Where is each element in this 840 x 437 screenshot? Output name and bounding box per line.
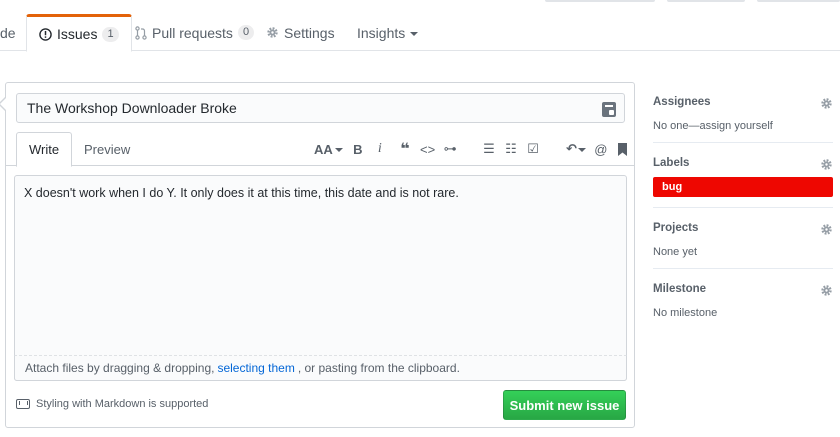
quote-icon[interactable]: ❝: [398, 139, 412, 159]
form-helper-icon[interactable]: [602, 102, 616, 117]
milestone-heading[interactable]: Milestone: [653, 283, 833, 295]
italic-icon[interactable]: i: [373, 139, 387, 159]
tab-insights-label: Insights: [357, 24, 406, 41]
reply-glyph: ↶: [566, 141, 577, 156]
tab-code-label: de: [0, 24, 16, 41]
markdown-toolbar-insert: ❝ <> ⊶: [394, 132, 461, 166]
select-files-link[interactable]: selecting them: [217, 361, 294, 375]
caret-down-icon: [334, 148, 343, 152]
gear-icon[interactable]: [820, 284, 833, 297]
nav-top-edge: [667, 0, 745, 2]
bold-icon[interactable]: B: [351, 139, 365, 159]
tab-issues[interactable]: Issues 1: [26, 14, 132, 52]
markdown-icon: [16, 399, 30, 409]
markdown-toolbar-lists: ☰ ☷ ☑: [478, 132, 544, 166]
link-icon[interactable]: ⊶: [443, 139, 457, 159]
assignees-value[interactable]: No one—assign yourself: [653, 120, 833, 132]
header-text-icon[interactable]: AA: [314, 139, 343, 159]
tab-pull-requests-label: Pull requests: [152, 24, 233, 41]
tab-settings-label: Settings: [284, 24, 335, 41]
labels-section: Labels bug: [653, 143, 833, 208]
mention-icon[interactable]: @: [594, 139, 608, 159]
tab-write-label: Write: [29, 142, 60, 157]
nav-top-edge: [545, 0, 655, 2]
gear-icon[interactable]: [820, 158, 833, 171]
gear-icon[interactable]: [820, 223, 833, 236]
nav-top-edge: [757, 0, 840, 2]
markdown-toolbar: AA B i: [310, 132, 391, 166]
milestone-value: No milestone: [653, 307, 718, 319]
task-list-icon[interactable]: ☑: [526, 139, 540, 159]
new-issue-form: The Workshop Downloader Broke Write Prev…: [0, 82, 635, 428]
gear-icon[interactable]: [820, 97, 833, 110]
tab-settings[interactable]: Settings: [266, 14, 335, 51]
caret-down-icon: [410, 31, 419, 36]
projects-section: Projects None yet: [653, 208, 833, 269]
issue-opened-icon: [39, 27, 52, 41]
submit-new-issue-button[interactable]: Submit new issue: [503, 390, 626, 420]
labels-heading[interactable]: Labels: [653, 157, 833, 169]
tab-insights[interactable]: Insights: [357, 14, 419, 51]
tab-preview-label: Preview: [84, 141, 131, 157]
issue-body-text: X doesn't work when I do Y. It only does…: [24, 186, 459, 200]
assignees-heading[interactable]: Assignees: [653, 96, 833, 108]
attach-prefix: Attach files by dragging & dropping,: [25, 361, 215, 375]
ordered-list-icon[interactable]: ☷: [504, 139, 518, 159]
code-icon[interactable]: <>: [420, 139, 435, 159]
label-bug[interactable]: bug: [653, 177, 833, 197]
pulls-counter: 0: [237, 25, 255, 40]
gear-icon: [266, 26, 279, 39]
tab-code[interactable]: de: [0, 14, 16, 51]
header-glyph: AA: [314, 141, 333, 157]
markdown-note[interactable]: Styling with Markdown is supported: [16, 398, 208, 410]
issue-title-input[interactable]: The Workshop Downloader Broke: [16, 93, 625, 123]
pull-request-icon: [135, 25, 147, 40]
issues-counter: 1: [102, 26, 119, 42]
markdown-note-text: Styling with Markdown is supported: [36, 398, 209, 410]
caret-down-icon: [577, 148, 586, 152]
projects-heading[interactable]: Projects: [653, 222, 833, 234]
repo-nav: de Issues 1 Pull requests 0 Settings Ins…: [0, 0, 840, 52]
bookmark-icon[interactable]: [616, 139, 630, 159]
issue-sidebar: Assignees No one—assign yourself Labels …: [653, 82, 833, 329]
tab-preview[interactable]: Preview: [74, 132, 140, 166]
assignees-section: Assignees No one—assign yourself: [653, 82, 833, 143]
projects-value: None yet: [653, 246, 698, 258]
milestone-section: Milestone No milestone: [653, 269, 833, 329]
markdown-toolbar-extra: ↶ @: [562, 132, 634, 166]
reply-icon[interactable]: ↶: [566, 139, 586, 159]
tab-write[interactable]: Write: [16, 132, 73, 167]
tab-issues-label: Issues: [57, 26, 98, 42]
issue-body-textarea[interactable]: X doesn't work when I do Y. It only does…: [14, 175, 627, 381]
issue-title-value: The Workshop Downloader Broke: [27, 100, 237, 116]
tab-pull-requests[interactable]: Pull requests 0: [135, 14, 255, 51]
editor-tabbar: Write Preview AA B i ❝ <> ⊶ ☰ ☷ ☑ ↶ @: [6, 132, 634, 167]
unordered-list-icon[interactable]: ☰: [482, 139, 496, 159]
file-attach-bar[interactable]: Attach files by dragging & dropping, sel…: [14, 355, 627, 381]
attach-suffix: , or pasting from the clipboard.: [297, 361, 460, 375]
